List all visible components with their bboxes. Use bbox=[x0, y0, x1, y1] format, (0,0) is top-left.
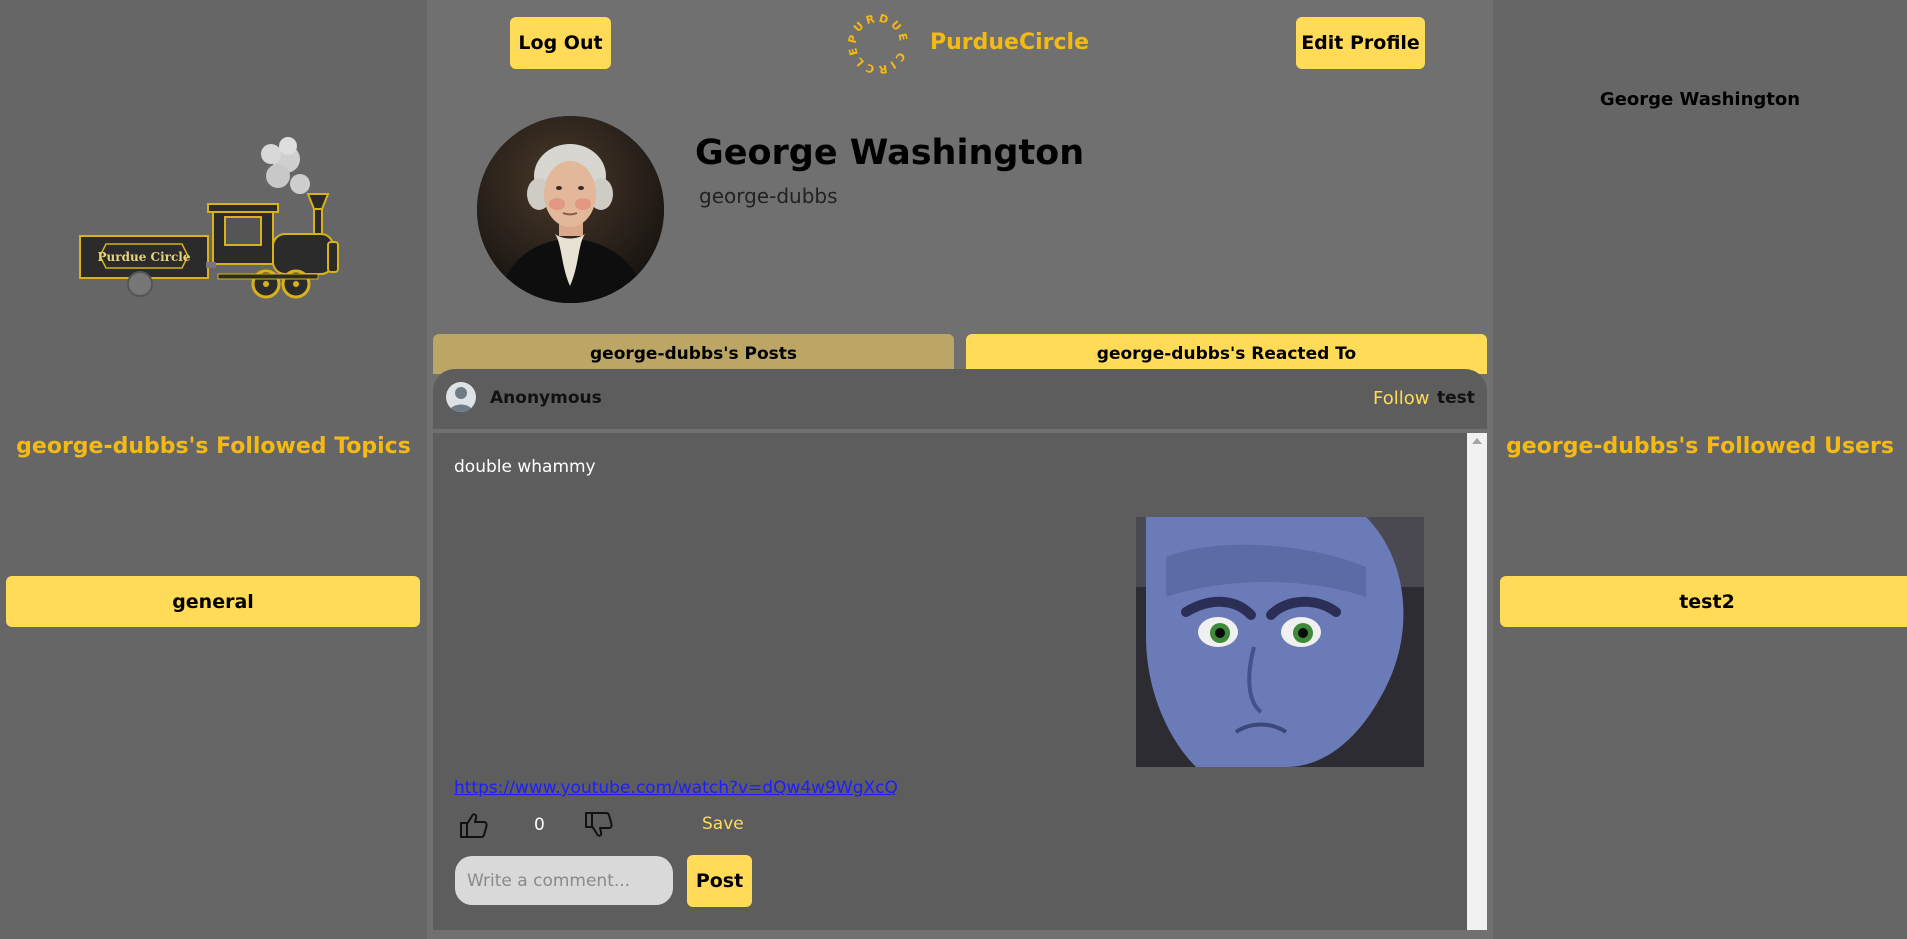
post-author: Anonymous bbox=[490, 388, 602, 408]
post-text: double whammy bbox=[454, 457, 596, 477]
user-avatar-icon bbox=[446, 382, 476, 412]
profile-display-name: George Washington bbox=[695, 133, 1085, 173]
thumbs-down-icon[interactable] bbox=[584, 811, 614, 839]
post-image bbox=[1136, 517, 1424, 767]
scroll-up-arrow-icon[interactable] bbox=[1472, 438, 1482, 444]
profile-username: george-dubbs bbox=[699, 184, 838, 208]
like-count: 0 bbox=[534, 815, 545, 835]
right-sidebar bbox=[1493, 0, 1907, 939]
post-link[interactable]: https://www.youtube.com/watch?v=dQw4w9Wg… bbox=[454, 778, 898, 798]
post-topic[interactable]: test bbox=[1437, 388, 1475, 408]
followed-users-title: george-dubbs's Followed Users bbox=[1506, 434, 1894, 459]
edit-profile-button[interactable]: Edit Profile bbox=[1296, 17, 1425, 69]
svg-text:PURDUE CIRCLE: PURDUE CIRCLE bbox=[848, 14, 908, 74]
post-scrollbar[interactable] bbox=[1467, 433, 1487, 930]
tab-reacted-to[interactable]: george-dubbs's Reacted To bbox=[966, 334, 1487, 374]
save-post-button[interactable]: Save bbox=[702, 814, 744, 834]
follow-topic-button[interactable]: Follow bbox=[1373, 388, 1429, 409]
right-panel-name: George Washington bbox=[1599, 89, 1801, 110]
app-name[interactable]: PurdueCircle bbox=[930, 30, 1089, 55]
train-logo-icon: Purdue Circle bbox=[78, 134, 344, 304]
logout-button[interactable]: Log Out bbox=[510, 17, 611, 69]
followed-topics-title: george-dubbs's Followed Topics bbox=[16, 434, 411, 459]
followed-topic-button[interactable]: general bbox=[6, 576, 420, 627]
purdue-circle-logo[interactable]: PURDUE CIRCLE bbox=[846, 12, 908, 77]
comment-input[interactable] bbox=[455, 856, 673, 905]
tab-posts[interactable]: george-dubbs's Posts bbox=[433, 334, 954, 374]
followed-user-button[interactable]: test2 bbox=[1500, 576, 1907, 627]
svg-text:Purdue Circle: Purdue Circle bbox=[98, 250, 191, 264]
profile-avatar bbox=[477, 116, 664, 303]
thumbs-up-icon[interactable] bbox=[459, 811, 489, 839]
post-comment-button[interactable]: Post bbox=[687, 855, 752, 907]
